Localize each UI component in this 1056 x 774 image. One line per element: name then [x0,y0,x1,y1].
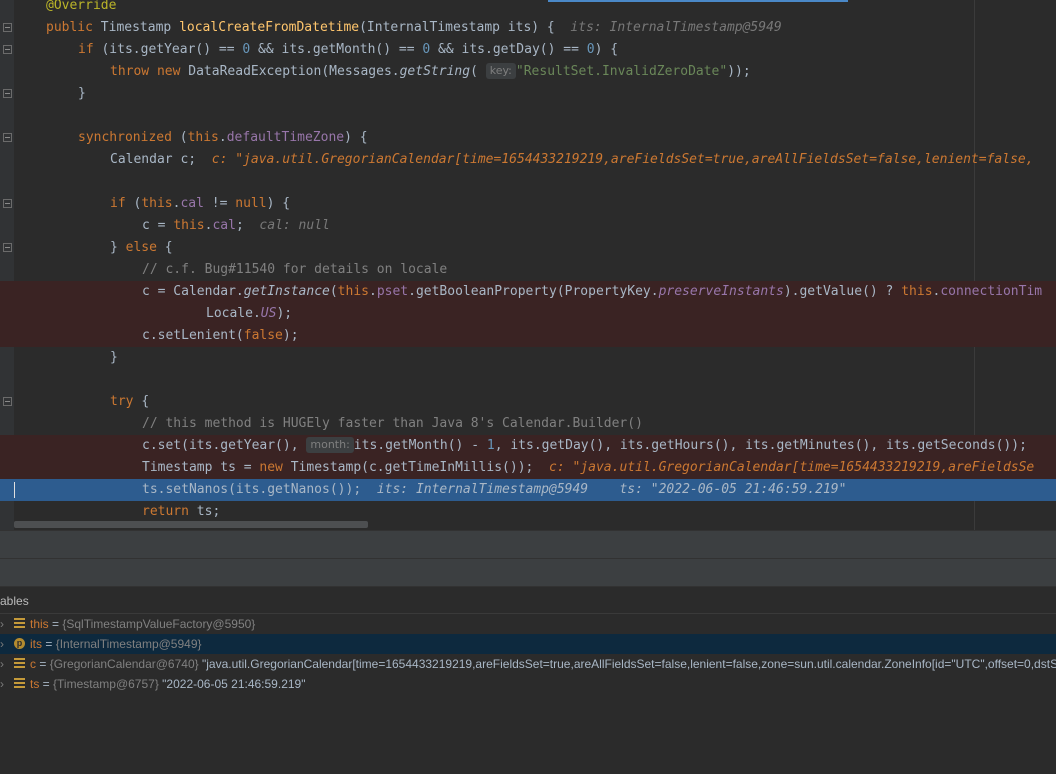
fold-icon[interactable] [3,243,12,252]
variable-type: {InternalTimestamp@5949} [55,637,202,651]
variable-type: {Timestamp@6757} [53,677,159,691]
horizontal-scrollbar[interactable] [14,521,368,528]
fold-icon[interactable] [3,45,12,54]
variable-name: ts [30,677,40,691]
code-text: synchronized (this.defaultTimeZone) { [78,130,368,145]
code-line-highlighted[interactable]: c.setLenient(false); [0,325,1056,347]
code-line-highlighted[interactable]: c = Calendar.getInstance(this.pset.getBo… [0,281,1056,303]
code-text: } else { [110,240,173,255]
code-text: c = Calendar.getInstance(this.pset.getBo… [142,284,1043,299]
code-text: c.set(its.getYear(), month: its.getMonth(… [142,437,1027,453]
code-line[interactable]: // c.f. Bug#11540 for details on locale [0,259,1056,281]
variable-entry: c = {GregorianCalendar@6740} "java.util.… [30,654,1056,674]
inline-debug-hint: cal: null [259,218,330,233]
variable-row-selected[interactable]: › p its = {InternalTimestamp@5949} [0,634,1056,654]
code-line[interactable]: Calendar c; c: "java.util.GregorianCalen… [0,149,1056,171]
debug-tabs-bar[interactable] [0,558,1056,587]
code-text: Timestamp ts = new Timestamp(c.getTimeIn… [142,460,1035,475]
chevron-right-icon[interactable]: › [0,614,8,634]
code-editor[interactable]: @Override public Timestamp localCreateFr… [0,0,1056,530]
code-line-highlighted[interactable]: c.set(its.getYear(), month: its.getMonth(… [0,435,1056,457]
text-caret [14,482,15,498]
param-name-hint: month: [306,437,354,453]
code-text: throw new DataReadException(Messages.get… [110,63,751,79]
inline-debug-hint: its: InternalTimestamp@5949 [376,482,589,497]
variable-entry: ts = {Timestamp@6757} "2022-06-05 21:46:… [30,677,306,691]
inline-debug-hint: its: InternalTimestamp@5949 [570,20,782,35]
method-params: (InternalTimestamp its) { [359,20,555,35]
code-line-highlighted[interactable]: Timestamp ts = new Timestamp(c.getTimeIn… [0,457,1056,479]
code-line[interactable]: } [0,83,1056,105]
method-name: localCreateFromDatetime [179,20,360,35]
current-execution-line[interactable]: ts.setNanos(its.getNanos()); its: Intern… [0,479,1056,501]
param-name-hint: key: [485,63,516,79]
variable-row[interactable]: › c = {GregorianCalendar@6740} "java.uti… [0,654,1056,674]
variable-value: "java.util.GregorianCalendar[time=165443… [201,657,1056,671]
variable-name: its [30,637,42,651]
variable-entry: this = {SqlTimestampValueFactory@5950} [30,617,256,631]
code-line[interactable]: return ts; [0,501,1056,523]
variable-type: {GregorianCalendar@6740} [49,657,199,671]
inline-debug-hint: c: "java.util.GregorianCalendar[time=165… [549,460,1035,475]
code-line[interactable]: // this method is HUGEly faster than Jav… [0,413,1056,435]
code-comment: // c.f. Bug#11540 for details on locale [142,262,448,277]
code-text: c.setLenient(false); [142,328,299,343]
chevron-right-icon[interactable]: › [0,654,8,674]
inline-debug-hint: c: "java.util.GregorianCalendar[time=165… [211,152,1034,167]
string-literal: "ResultSet.InvalidZeroDate" [515,64,728,79]
code-comment: // this method is HUGEly faster than Jav… [142,416,643,431]
code-line-highlighted[interactable]: Locale.US); [0,303,1056,325]
code-text: Locale.US); [206,306,293,321]
code-line[interactable]: try { [0,391,1056,413]
variable-entry: its = {InternalTimestamp@5949} [30,637,202,651]
code-line[interactable]: c = this.cal; cal: null [0,215,1056,237]
variable-value: "2022-06-05 21:46:59.219" [162,677,306,691]
inline-debug-hint: ts: "2022-06-05 21:46:59.219" [619,482,847,497]
code-text: try { [110,394,150,409]
variables-panel[interactable]: ables › this = {SqlTimestampValueFactory… [0,586,1056,709]
code-line[interactable]: } [0,347,1056,369]
code-line[interactable]: if (this.cal != null) { [0,193,1056,215]
code-text: if (its.getYear() == 0 && its.getMonth()… [78,42,619,57]
code-line[interactable]: public Timestamp localCreateFromDatetime… [0,17,1056,39]
field-icon [14,678,25,689]
code-line[interactable]: synchronized (this.defaultTimeZone) { [0,127,1056,149]
method-signature: public Timestamp localCreateFromDatetime… [46,17,782,39]
code-text: Calendar c; c: "java.util.GregorianCalen… [110,152,1034,167]
annotation-text: @Override [46,0,117,13]
code-text: if (this.cal != null) { [110,196,291,211]
variables-panel-title: ables [0,594,29,608]
variable-type: {SqlTimestampValueFactory@5950} [62,617,256,631]
fold-icon[interactable] [3,199,12,208]
debug-toolbar[interactable] [0,530,1056,559]
parameter-icon: p [14,638,25,649]
code-text: } [110,350,118,365]
field-icon [14,618,25,629]
chevron-right-icon[interactable]: › [0,674,8,694]
code-line[interactable]: if (its.getYear() == 0 && its.getMonth()… [0,39,1056,61]
return-type: Timestamp [100,20,180,35]
fold-icon[interactable] [3,397,12,406]
code-line[interactable]: } else { [0,237,1056,259]
variable-row[interactable]: › ts = {Timestamp@6757} "2022-06-05 21:4… [0,674,1056,694]
fold-icon[interactable] [3,133,12,142]
code-text: } [78,86,86,101]
code-line[interactable]: throw new DataReadException(Messages.get… [0,61,1056,83]
variable-name: this [30,617,49,631]
chevron-right-icon[interactable]: › [0,634,8,654]
code-text: return ts; [142,504,221,519]
field-icon [14,658,25,669]
fold-icon[interactable] [3,23,12,32]
code-text: c = this.cal; cal: null [142,218,330,233]
fold-icon[interactable] [3,89,12,98]
variable-row[interactable]: › this = {SqlTimestampValueFactory@5950} [0,614,1056,634]
code-line[interactable]: @Override [0,0,1056,17]
variable-name: c [30,657,36,671]
code-text: ts.setNanos(its.getNanos()); its: Intern… [142,482,847,497]
keyword: public [46,20,101,35]
